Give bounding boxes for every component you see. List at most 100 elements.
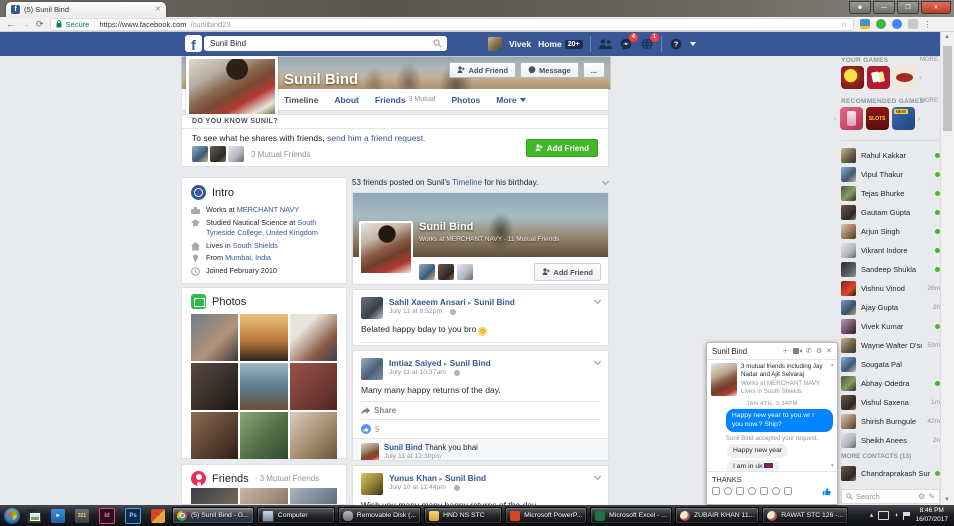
indesign-icon[interactable]: Id [99, 508, 115, 524]
photos-title[interactable]: Photos [212, 296, 246, 308]
post-target-link[interactable]: Sunil Bind [445, 473, 486, 483]
collapse-chevron-icon[interactable] [602, 178, 609, 185]
maximize-button[interactable]: ❐ [897, 1, 919, 14]
extension-icon-3[interactable] [892, 19, 902, 29]
messenger-icon[interactable]: 4 [619, 37, 633, 51]
facebook-search[interactable] [204, 36, 447, 51]
recommended-games-more-link[interactable]: MORE [920, 98, 938, 104]
extension-icon-1[interactable] [860, 19, 870, 29]
taskbar-button-folder[interactable]: HND NS STC [424, 507, 502, 524]
friend-thumbnail[interactable] [290, 488, 337, 505]
search-input[interactable] [204, 39, 433, 48]
office-icon[interactable] [151, 509, 165, 523]
action-center-flag-icon[interactable] [903, 512, 910, 520]
tab-friends[interactable]: Friends3 Mutual [375, 95, 436, 105]
8-ball-pool-game-icon[interactable] [841, 66, 864, 89]
crash-game-icon[interactable] [893, 66, 916, 89]
mutual-friend-avatar[interactable] [210, 146, 226, 162]
extension-icon-2[interactable] [876, 19, 886, 29]
url-box[interactable]: Secure | https://www.facebook.com /sunil… [50, 18, 854, 31]
friend-request-link[interactable]: send him a friend request. [327, 133, 425, 143]
video-call-icon[interactable] [793, 348, 802, 354]
post-author-avatar[interactable] [361, 297, 383, 319]
contact-row[interactable]: Gautam Gupta [841, 203, 940, 222]
minimize-button[interactable]: — [873, 1, 895, 14]
photo-thumbnail[interactable] [191, 314, 238, 361]
scroll-down-icon[interactable]: ▼ [944, 497, 950, 503]
games-prev-chevron-icon[interactable]: ‹ [834, 114, 837, 123]
attachment-icon[interactable] [760, 487, 768, 495]
new-message-icon[interactable]: ✎ [928, 493, 935, 501]
post-menu-chevron-icon[interactable] [594, 358, 601, 365]
chat-header[interactable]: Sunil Bind ＋ ✆ ⚙ ✕ [707, 343, 837, 360]
hometown-link[interactable]: Mumbai, India [225, 253, 271, 262]
anime-game-icon[interactable] [840, 107, 863, 130]
taskbar-button-removable-disk[interactable]: Removable Disk (... [338, 507, 421, 524]
mutual-friend-avatar[interactable] [438, 264, 454, 280]
chat-contact-avatar[interactable] [711, 363, 737, 396]
scroll-up-icon[interactable]: ▲ [944, 34, 950, 40]
birthday-card-name[interactable]: Sunil Bind [419, 221, 473, 233]
contact-row[interactable]: Sougata Pal [841, 355, 940, 374]
chat-settings-gear-icon[interactable]: ⚙ [918, 493, 925, 501]
browser-tab[interactable]: f (5) Sunil Bind ✕ [6, 2, 166, 17]
reload-icon[interactable]: ⟳ [36, 20, 44, 29]
post-target-link[interactable]: Sunil Bind [474, 297, 515, 307]
new-game-icon[interactable]: NEW [892, 107, 915, 130]
post-author-link[interactable]: Imtiaz Saiyed [389, 358, 442, 368]
post-menu-chevron-icon[interactable] [594, 473, 601, 480]
home-link[interactable]: Home 20+ [538, 39, 583, 49]
photo-thumbnail[interactable] [240, 412, 287, 459]
card-game-icon[interactable] [867, 66, 890, 89]
chat-scroll-down-icon[interactable]: ▼ [830, 463, 835, 469]
like-count-row[interactable]: 5 [353, 420, 608, 438]
mutual-friends-label[interactable]: 3 Mutual Friends [251, 150, 311, 159]
slots-game-icon[interactable]: SLOTS [866, 107, 889, 130]
taskbar-button-paint1[interactable]: ZUBAIR KHAN 11... [675, 507, 759, 524]
photo-viewer-icon[interactable] [27, 509, 41, 523]
friend-thumbnail[interactable] [191, 488, 238, 505]
start-button[interactable] [4, 508, 20, 524]
tab-timeline[interactable]: Timeline [284, 95, 318, 105]
image-icon[interactable] [712, 487, 720, 495]
post-author-link[interactable]: Sahil Xaeem Ansari [389, 297, 466, 307]
notifications-icon[interactable]: 1 [640, 37, 654, 51]
post-timestamp[interactable]: July 11 at 8:52pm [389, 308, 442, 315]
share-button[interactable]: Share [353, 343, 608, 346]
comment-author-link[interactable]: Sunil Bind [384, 443, 423, 452]
photoshop-icon[interactable]: Ps [125, 508, 141, 524]
post-target-link[interactable]: Sunil Bind [450, 358, 491, 368]
contacts-search[interactable]: Search ⚙ ✎ [841, 489, 940, 504]
photo-thumbnail[interactable] [191, 412, 238, 459]
timeline-link[interactable]: Timeline [452, 178, 482, 187]
chat-add-person-icon[interactable]: ＋ [782, 348, 789, 355]
birthday-add-friend-button[interactable]: Add Friend [534, 263, 601, 281]
taskbar-button-powerpoint[interactable]: Microsoft PowerP... [505, 507, 587, 524]
your-games-more-link[interactable]: MORE [920, 57, 938, 63]
facebook-logo[interactable]: f [185, 35, 202, 52]
share-button[interactable]: Share [353, 402, 608, 419]
scrollbar-thumb[interactable] [943, 46, 952, 131]
contact-row[interactable]: Shirish Burngule42m [841, 412, 940, 431]
contact-row[interactable]: Vikrant Indore [841, 241, 940, 260]
tray-expand-icon[interactable]: ▴ [870, 512, 874, 519]
friends-title[interactable]: Friends [212, 473, 249, 485]
taskbar-button-paint2[interactable]: RAWAT STC 126 -... [762, 507, 848, 524]
photo-thumbnail[interactable] [240, 363, 287, 410]
comment-avatar[interactable] [361, 443, 379, 461]
contact-row[interactable]: Sheikh Anees2h [841, 431, 940, 450]
comment-timestamp[interactable]: July 11 at 12:30pm [384, 453, 478, 460]
chat-scroll-up-icon[interactable]: ▲ [830, 362, 835, 368]
friend-thumbnail[interactable] [240, 488, 287, 505]
games-next-chevron-icon[interactable]: › [918, 114, 921, 123]
chat-title[interactable]: Sunil Bind [712, 347, 778, 356]
photo-thumbnail[interactable] [191, 363, 238, 410]
contact-row[interactable]: Vipul Thakur [841, 165, 940, 184]
search-icon[interactable] [433, 39, 442, 48]
post-menu-chevron-icon[interactable] [594, 297, 601, 304]
sticker-icon[interactable] [724, 487, 732, 495]
like-thumb-icon[interactable] [822, 486, 832, 496]
mutual-friend-avatar[interactable] [457, 264, 473, 280]
help-icon[interactable]: ? [669, 37, 683, 51]
chat-close-icon[interactable]: ✕ [826, 348, 832, 355]
